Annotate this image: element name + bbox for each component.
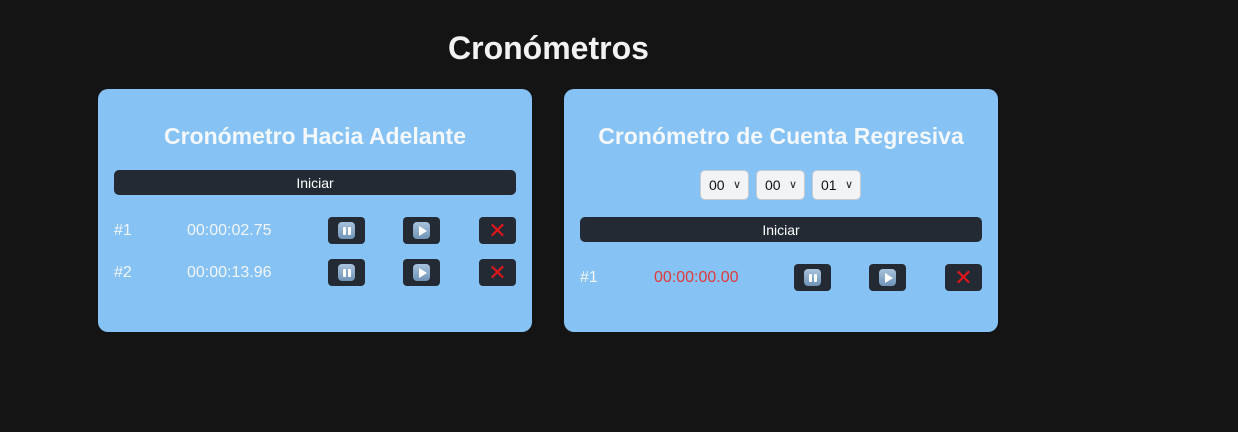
cross-mark-icon: ✕ xyxy=(488,217,507,243)
forward-panel-title: Cronómetro Hacia Adelante xyxy=(163,123,467,149)
pause-button[interactable] xyxy=(328,217,365,244)
cross-mark-icon: ✕ xyxy=(488,259,507,285)
chevron-down-icon: ∨ xyxy=(732,179,741,191)
cross-mark-icon: ✕ xyxy=(954,264,973,290)
hours-select[interactable]: 00 ∨ xyxy=(700,170,749,200)
delete-button[interactable]: ✕ xyxy=(479,259,516,286)
resume-button[interactable] xyxy=(403,217,440,244)
timer-time: 00:00:00.00 xyxy=(654,269,739,286)
forward-timer-row: #1 00:00:02.75 ✕ xyxy=(114,217,516,245)
timer-id: #2 xyxy=(114,264,132,281)
timer-id: #1 xyxy=(114,222,132,239)
resume-button[interactable] xyxy=(403,259,440,286)
seconds-value: 01 xyxy=(821,177,837,193)
timer-id: #1 xyxy=(580,269,598,286)
forward-start-button[interactable]: Iniciar xyxy=(114,170,516,195)
seconds-select[interactable]: 01 ∨ xyxy=(812,170,861,200)
countdown-panel: Cronómetro de Cuenta Regresiva 00 ∨ 00 ∨… xyxy=(564,89,998,332)
play-button-icon xyxy=(413,222,430,239)
forward-stopwatch-panel: Cronómetro Hacia Adelante Iniciar #1 00:… xyxy=(98,89,532,332)
forward-timer-row: #2 00:00:13.96 ✕ xyxy=(114,259,516,287)
timer-time: 00:00:02.75 xyxy=(187,222,272,239)
chevron-down-icon: ∨ xyxy=(844,179,853,191)
pause-button-icon xyxy=(338,264,355,281)
countdown-panel-title: Cronómetro de Cuenta Regresiva xyxy=(598,123,964,149)
resume-button[interactable] xyxy=(869,264,906,291)
minutes-select[interactable]: 00 ∨ xyxy=(756,170,805,200)
minutes-value: 00 xyxy=(765,177,781,193)
countdown-timer-row: #1 00:00:00.00 ✕ xyxy=(580,264,982,292)
chevron-down-icon: ∨ xyxy=(788,179,797,191)
countdown-time-selects: 00 ∨ 00 ∨ 01 ∨ xyxy=(700,170,861,200)
play-button-icon xyxy=(413,264,430,281)
delete-button[interactable]: ✕ xyxy=(945,264,982,291)
hours-value: 00 xyxy=(709,177,725,193)
pause-button-icon xyxy=(338,222,355,239)
page-title: Cronómetros xyxy=(448,30,649,66)
timer-time: 00:00:13.96 xyxy=(187,264,272,281)
delete-button[interactable]: ✕ xyxy=(479,217,516,244)
countdown-start-button[interactable]: Iniciar xyxy=(580,217,982,242)
play-button-icon xyxy=(879,269,896,286)
pause-button[interactable] xyxy=(328,259,365,286)
pause-button[interactable] xyxy=(794,264,831,291)
pause-button-icon xyxy=(804,269,821,286)
